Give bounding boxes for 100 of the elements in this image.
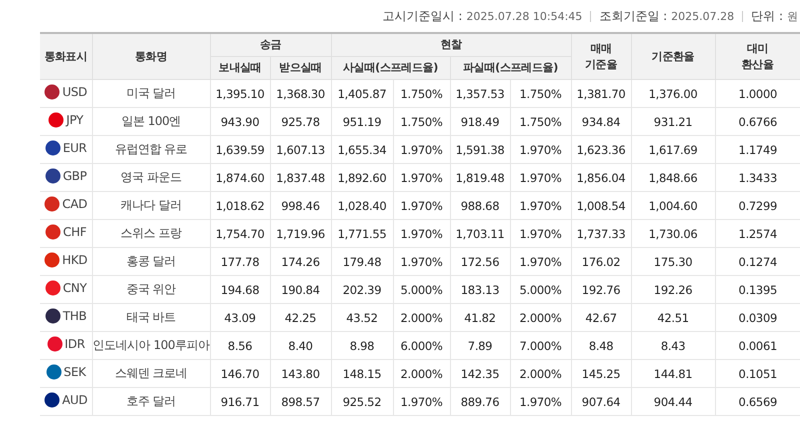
currency-name: 스위스 프랑 [92,220,210,248]
table-cell: 1,395.10 [210,80,270,108]
table-cell: 8.43 [631,332,716,360]
table-cell: 1.970% [510,136,572,164]
currency-code: THB [62,309,87,323]
currency-code: JPY [66,113,84,127]
table-cell: 8.98 [331,332,393,360]
table-cell: 5.000% [510,276,572,304]
table-cell: 143.80 [270,360,331,388]
table-cell: 1,607.13 [270,136,331,164]
info-label: 고시기준일시 : [382,8,462,24]
table-cell: 1,819.48 [450,164,510,192]
table-cell: 176.02 [571,248,632,276]
table-cell: 1,591.38 [450,136,510,164]
table-cell: 1.970% [393,220,450,248]
table-cell: 1,737.33 [571,220,632,248]
currency-code: CHF [63,225,86,239]
table-cell: 1.970% [393,164,450,192]
table-cell: 183.13 [450,276,510,304]
column-header: 통화명 [92,33,210,80]
table-cell: 916.71 [210,388,270,416]
table-cell: 1,771.55 [331,220,393,248]
table-cell: 1,719.96 [270,220,331,248]
table-cell: 931.21 [631,108,716,136]
table-cell: 1,357.53 [450,80,510,108]
table-cell: 6.000% [393,332,450,360]
table-cell: 8.56 [210,332,270,360]
table-cell: 0.6766 [715,108,800,136]
table-cell: 2.000% [393,304,450,332]
table-cell: 1,848.66 [631,164,716,192]
table-cell: 1,639.59 [210,136,270,164]
table-cell: 1.750% [393,108,450,136]
table-cell: 8.48 [571,332,632,360]
table-cell: 1,703.11 [450,220,510,248]
currency-name: 인도네시아 100루피아 [92,332,210,360]
table-cell: 1,754.70 [210,220,270,248]
currency-code: GBP [62,169,87,183]
table-cell: 8.40 [270,332,331,360]
table-cell: 998.46 [270,192,331,220]
table-cell: 1,617.69 [631,136,716,164]
table-cell: 1.970% [393,388,450,416]
currency-name: 홍콩 달러 [92,248,210,276]
table-cell: 1.750% [510,108,572,136]
column-header: 사실때(스프레드율) [331,56,450,80]
table-cell: 1,004.60 [631,192,716,220]
table-cell: 43.52 [331,304,393,332]
table-cell: 172.56 [450,248,510,276]
table-cell: 1,376.00 [631,80,716,108]
table-cell: 904.44 [631,388,716,416]
table-cell: 5.000% [393,276,450,304]
table-cell: 1,368.30 [270,80,331,108]
table-cell: 1,730.06 [631,220,716,248]
table-cell: 144.81 [631,360,716,388]
currency-name: 영국 파운드 [92,164,210,192]
currency-name: 유럽연합 유로 [92,136,210,164]
table-cell: 1.0000 [715,80,800,108]
table-cell: 190.84 [270,276,331,304]
table-cell: 192.26 [631,276,716,304]
currency-name: 호주 달러 [92,388,210,416]
currency-name: 스웨덴 크로네 [92,360,210,388]
table-cell: 907.64 [571,388,632,416]
table-cell: 7.000% [510,332,572,360]
table-cell: 934.84 [571,108,632,136]
info-label: 조회기준일 : [599,8,668,24]
table-cell: 7.89 [450,332,510,360]
table-cell: 2.000% [393,360,450,388]
table-cell: 194.68 [210,276,270,304]
table-cell: 1.970% [510,164,572,192]
table-cell: 2.000% [510,304,572,332]
column-header: 통화표시 [40,33,92,80]
table-cell: 1,028.40 [331,192,393,220]
table-cell: 175.30 [631,248,716,276]
table-cell: 1.970% [393,136,450,164]
table-cell: 1.1749 [715,136,800,164]
table-cell: 1.970% [510,220,572,248]
table-cell: 2.000% [510,360,572,388]
table-cell: 177.78 [210,248,270,276]
table-cell: 142.35 [450,360,510,388]
table-cell: 1,018.62 [210,192,270,220]
currency-name: 미국 달러 [92,80,210,108]
currency-code: EUR [62,141,87,155]
table-cell: 0.6569 [715,388,800,416]
info-value: 2025.07.28 [671,10,734,22]
column-header: 현찰 [331,33,572,56]
currency-code: USD [62,85,88,99]
table-cell: 925.78 [270,108,331,136]
column-header: 보내실때 [210,56,270,80]
info-value: 2025.07.28 10:54:45 [466,10,582,22]
column-header: 송금 [210,33,331,56]
table-cell: 41.82 [450,304,510,332]
currency-name: 태국 바트 [92,304,210,332]
column-header: 받으실때 [270,56,331,80]
table-cell: 1,405.87 [331,80,393,108]
table-cell: 1.750% [393,80,450,108]
table-cell: 889.76 [450,388,510,416]
column-header: 대미 환산율 [715,33,800,80]
currency-code: SEK [64,365,86,379]
table-cell: 951.19 [331,108,393,136]
currency-code: HKD [62,253,88,267]
table-cell: 1,856.04 [571,164,632,192]
